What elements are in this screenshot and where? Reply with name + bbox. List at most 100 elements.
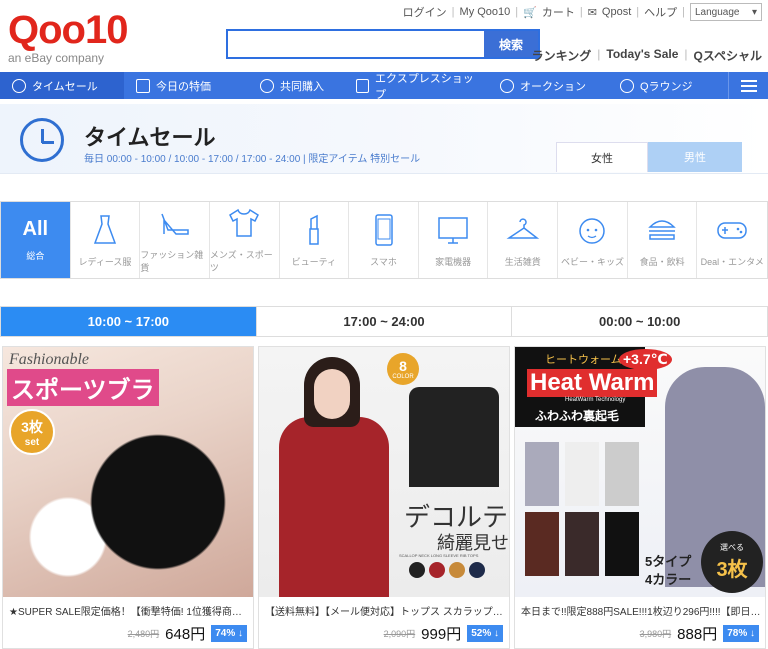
product-list: Fashionable スポーツブラ 3枚 set ★SUPER SALE限定価… [0,346,768,649]
banner-text: 選べる [720,543,744,552]
tab-time-10-17[interactable]: 10:00 ~ 17:00 [1,307,257,336]
search-input[interactable] [228,31,484,57]
product-card[interactable]: Fashionable スポーツブラ 3枚 set ★SUPER SALE限定価… [2,346,254,649]
tab-time-00-10[interactable]: 00:00 ~ 10:00 [512,307,767,336]
nav-label: 共同購入 [280,80,324,93]
category-appliances[interactable]: 家電機器 [419,202,489,278]
category-baby-kids[interactable]: ベビー・キッズ [558,202,628,278]
time-slot-tabs: 10:00 ~ 17:00 17:00 ~ 24:00 00:00 ~ 10:0… [0,306,768,337]
product-image[interactable]: 8 COLOR デコルテ 綺麗見せ SCALLOP NECK LONG SLEE… [259,347,509,597]
product-image[interactable]: ヒートウォーム +3.7℃ Heat Warm HeatWarm Technol… [515,347,765,597]
category-deal-entertainment[interactable]: Deal・エンタメ [697,202,767,278]
product-card[interactable]: ヒートウォーム +3.7℃ Heat Warm HeatWarm Technol… [514,346,766,649]
chevron-down-icon: ▾ [751,6,757,18]
qoo10-logo[interactable]: Qoo10 an eBay company [8,8,128,65]
banner-text: 4カラー [645,572,692,587]
people-icon [260,78,274,93]
clock-icon [20,118,64,162]
tab-time-17-24[interactable]: 17:00 ~ 24:00 [257,307,513,336]
login-link[interactable]: ログイン [403,4,447,20]
banner-text: 5タイプ [645,554,692,569]
banner-text: +3.7℃ [619,349,672,370]
banner-text: 3枚 [716,559,748,581]
product-name[interactable]: 本日まで!!限定888円SALE!!!1枚辺り296円!!!!【即日発... [521,603,761,618]
nav-item-auction[interactable]: オークション [488,72,608,99]
original-price: 2,480円 [127,629,160,639]
category-label: 食品・飲料 [639,256,685,267]
right-links: ランキング | Today's Sale | Qスペシャル [531,47,763,64]
category-smartphone[interactable]: スマホ [349,202,419,278]
high-heel-icon [160,213,189,235]
q-special-link[interactable]: Qスペシャル [694,47,763,64]
nav-label: タイムセール [32,80,98,93]
burger-icon [648,219,676,240]
category-label: ファッション雑貨 [140,250,204,273]
category-all-title: All [22,218,49,240]
banner-text: HeatWarm Technology [565,397,626,403]
banner-text: 3枚 [21,418,43,435]
monitor-icon [438,216,468,244]
language-select[interactable]: Language ▾ [690,3,762,21]
category-living[interactable]: 生活雑貨 [488,202,559,278]
truck-icon [356,78,370,93]
main-nav: タイムセール 今日の特価 共同購入 エクスプレスショップ オークション Qラウン… [0,72,768,101]
tshirt-icon [229,208,260,237]
product-name[interactable]: 【送料無料】【メール便対応】トップス スカラップ リブ 長袖... [265,603,505,618]
language-label: Language [695,6,740,18]
gender-tabs: 女性 男性 [556,142,742,172]
banner-text: Heat Warm [527,369,658,397]
search-button[interactable]: 検索 [484,31,538,57]
search-bar: 検索 [226,29,540,59]
banner-text: 8 [399,358,407,374]
tab-women[interactable]: 女性 [556,142,648,172]
category-ladies[interactable]: レディース服 [71,202,141,278]
banner-text: ふわふわ裏起毛 [535,409,620,423]
schedule-text: 毎日 00:00 - 10:00 / 10:00 - 17:00 / 17:00… [84,154,421,165]
nav-item-group-buy[interactable]: 共同購入 [248,72,344,99]
my-qoo10-link[interactable]: My Qoo10 [460,6,511,18]
category-beauty[interactable]: ビューティ [280,202,350,278]
nav-item-express-shop[interactable]: エクスプレスショップ [344,72,488,101]
category-label: スマホ [370,256,397,267]
price-row: 3,980円 888円 78% ↓ [640,623,759,644]
category-food[interactable]: 食品・飲料 [628,202,698,278]
category-all[interactable]: All 総合 [1,202,71,278]
category-mens-sports[interactable]: メンズ・スポーツ [210,202,280,278]
nav-item-todays-deal[interactable]: 今日の特価 [124,72,248,99]
ranking-link[interactable]: ランキング [532,47,592,64]
banner-text: SCALLOP NECK LONG SLEEVE RIB TOPS [399,553,479,558]
category-fashion-goods[interactable]: ファッション雑貨 [140,202,210,278]
original-price: 3,980円 [639,629,672,639]
nav-item-time-sale[interactable]: タイムセール [0,72,124,99]
cart-link[interactable]: カート [542,4,575,20]
category-label: ベビー・キッズ [560,256,624,267]
todays-sale-link[interactable]: Today's Sale [606,47,678,64]
discount-badge: 78% ↓ [723,625,759,642]
logo-sub: an eBay company [8,51,105,65]
nav-item-q-lounge[interactable]: Qラウンジ [608,72,705,99]
nav-label: 今日の特価 [156,80,211,93]
category-label: 総合 [26,251,45,261]
product-image[interactable]: Fashionable スポーツブラ 3枚 set [3,347,253,597]
category-label: 生活雑貨 [504,256,541,267]
utility-links: ログイン | My Qoo10 | 🛒 カート | ✉ Qpost | ヘルプ … [403,3,762,21]
logo-brand: Qoo10 [8,8,128,52]
qpost-link[interactable]: Qpost [602,6,631,18]
help-link[interactable]: ヘルプ [644,4,677,20]
product-name[interactable]: ★SUPER SALE限定価格！【衝撃特価! 1位獲得商品】... [9,603,249,618]
product-card[interactable]: 8 COLOR デコルテ 綺麗見せ SCALLOP NECK LONG SLEE… [258,346,510,649]
nav-label: オークション [520,80,586,93]
menu-icon[interactable] [728,72,768,99]
discount-badge: 52% ↓ [467,625,503,642]
auction-icon [500,78,514,93]
category-label: メンズ・スポーツ [209,250,273,273]
banner-text: COLOR [392,374,414,380]
original-price: 2,090円 [383,629,416,639]
category-label: Deal・エンタメ [700,256,764,267]
price-row: 2,090円 999円 52% ↓ [384,623,503,644]
banner-text: 綺麗見せ [437,533,509,553]
nav-label: Qラウンジ [640,80,693,93]
tab-men[interactable]: 男性 [648,142,742,172]
price-row: 2,480円 648円 74% ↓ [128,623,247,644]
category-label: レディース服 [78,256,132,267]
